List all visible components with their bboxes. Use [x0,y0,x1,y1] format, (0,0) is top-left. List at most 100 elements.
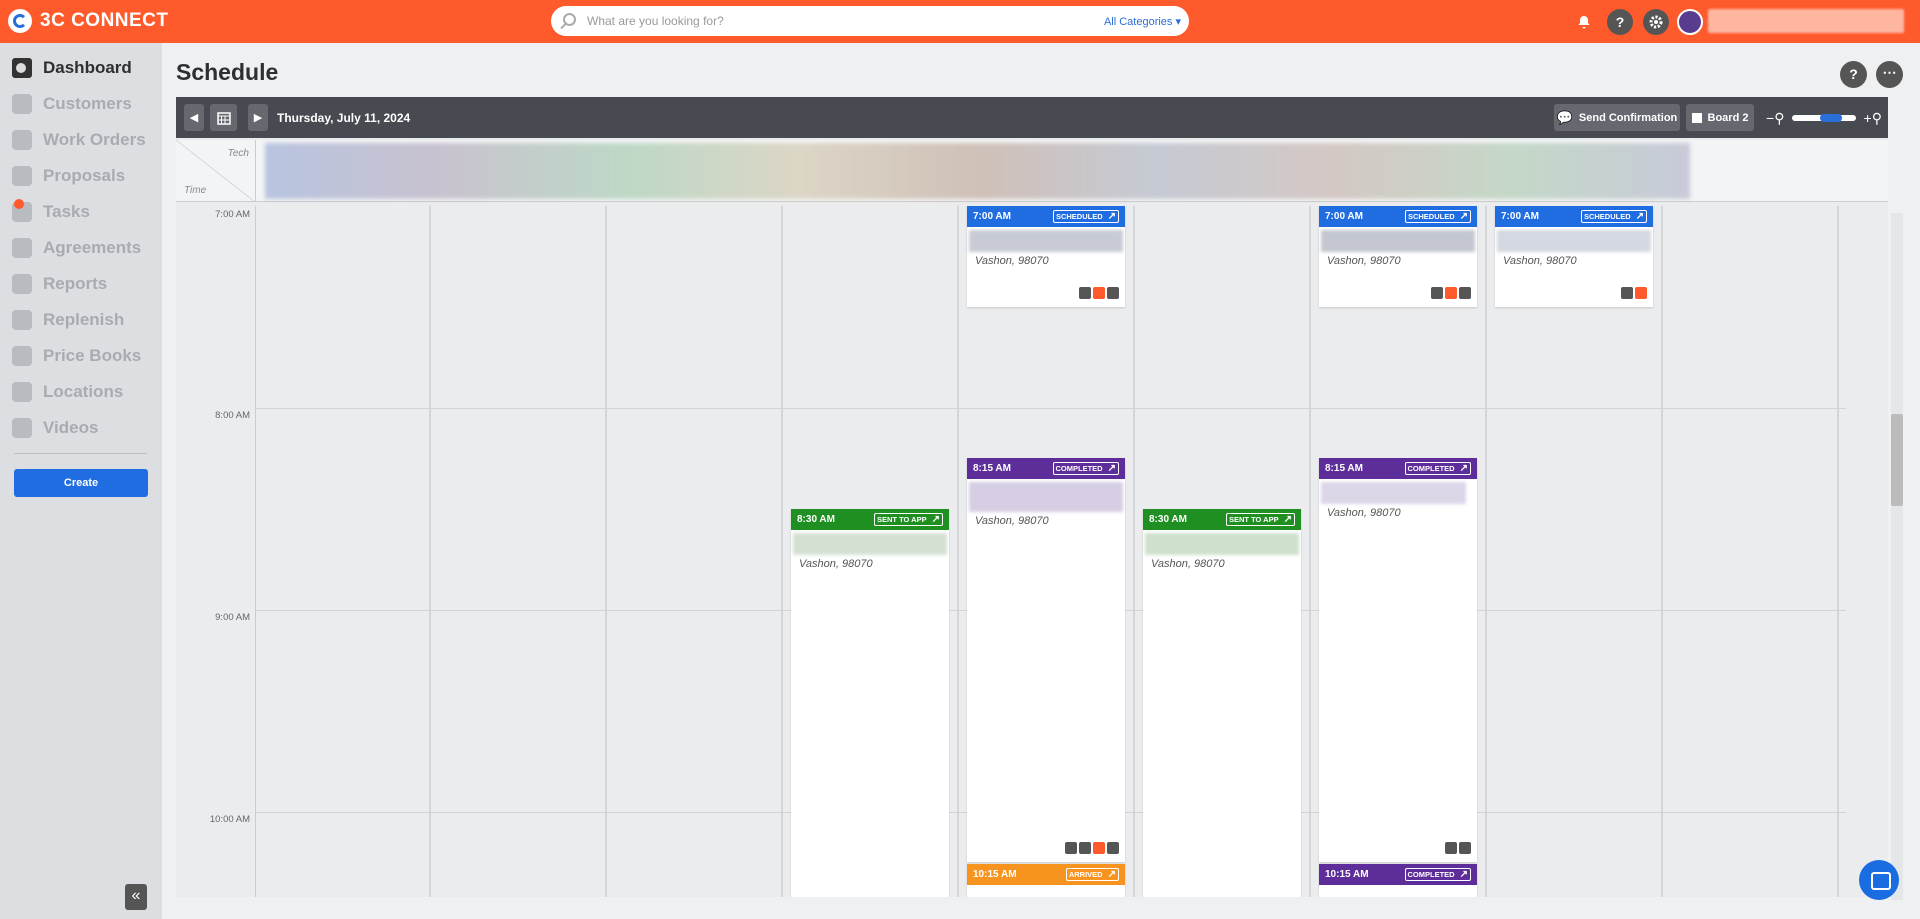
status-badge: ARRIVED ↗ [1065,868,1119,881]
zoom-track[interactable] [1792,114,1856,122]
job-icons [1431,287,1471,299]
search-icon [563,13,576,26]
job-city: Vashon, 98070 [975,515,1049,527]
status-badge: SCHEDULED ↗ [1052,210,1119,223]
tech-label: Tech [227,148,249,159]
external-link-icon[interactable]: ↗ [1460,463,1468,474]
eye-icon [1079,842,1091,854]
sidebar-item-reports[interactable]: Reports [12,272,107,296]
schedule-grid: 7:00 AM 8:00 AM 9:00 AM 10:00 AM 7:00 AM… [176,206,1888,897]
sidebar-item-locations[interactable]: Locations [12,380,123,404]
agreements-icon [12,238,32,258]
create-button[interactable]: Create [14,469,148,497]
top-bar: 3C CONNECT All Categories ▾ ? [0,0,1920,43]
zoom-slider[interactable]: − ⚲ + ⚲ [1766,108,1882,128]
schedule-toolbar: ◀ ▶ Thursday, July 11, 2024 💬 Send Confi… [176,97,1888,138]
job-time: 10:15 AM [1325,869,1369,880]
time-label: Time [184,185,207,196]
external-link-icon[interactable]: ↗ [1636,211,1644,222]
external-link-icon[interactable]: ↗ [1460,869,1468,880]
column-divider [429,206,431,897]
chat-bubble-icon: 💬 [1556,109,1573,125]
technician-avatars[interactable] [265,143,1690,199]
help-button[interactable]: ? [1840,61,1867,88]
tasks-badge [14,199,24,209]
chat-support-icon[interactable] [1859,860,1899,900]
more-options-button[interactable]: ⋯ [1876,61,1903,88]
sidebar-item-customers[interactable]: Customers [12,92,132,116]
job-address [1145,533,1299,555]
job-time: 8:30 AM [797,514,835,525]
send-confirmation-button[interactable]: 💬 Send Confirmation [1554,104,1680,131]
tool-icon [1079,287,1091,299]
next-day-button[interactable]: ▶ [248,104,268,131]
time-column-border [255,206,256,897]
notification-bell-icon[interactable] [1571,9,1597,35]
job-time: 7:00 AM [1325,211,1363,222]
zoom-out-icon[interactable]: − [1766,110,1774,126]
status-badge: COMPLETED ↗ [1404,462,1471,475]
job-time: 8:15 AM [973,463,1011,474]
user-avatar[interactable] [1677,9,1703,35]
column-divider [1309,206,1311,897]
sidebar-item-dashboard[interactable]: Dashboard [12,56,132,80]
notification-icon [1107,842,1119,854]
sidebar-item-proposals[interactable]: Proposals [12,164,125,188]
job-address [1497,230,1651,252]
column-divider [781,206,783,897]
sidebar-item-price-books[interactable]: Price Books [12,344,141,368]
replenish-icon [12,310,32,330]
job-card[interactable]: 8:15 AM COMPLETED ↗ Vashon, 98070 [1319,458,1477,862]
job-card[interactable]: 8:30 AM SENT TO APP ↗ Vashon, 98070 [791,509,949,897]
job-card[interactable]: 10:15 AM ARRIVED ↗ [967,864,1125,897]
sidebar-item-videos[interactable]: Videos [12,416,98,440]
alert-icon [1093,287,1105,299]
search-input[interactable] [587,11,1087,31]
notification-icon [1459,287,1471,299]
videos-icon [12,418,32,438]
job-card[interactable]: 8:15 AM COMPLETED ↗ Vashon, 98070 [967,458,1125,862]
calendar-icon[interactable] [210,104,237,131]
work-orders-icon [12,130,32,150]
external-link-icon[interactable]: ↗ [1108,211,1116,222]
job-icons [1079,287,1119,299]
external-link-icon[interactable]: ↗ [1108,463,1116,474]
column-divider [1837,206,1839,897]
external-link-icon[interactable]: ↗ [1108,869,1116,880]
gear-icon[interactable] [1643,9,1669,35]
sidebar-item-work-orders[interactable]: Work Orders [12,128,146,152]
sidebar-item-agreements[interactable]: Agreements [12,236,141,260]
help-icon[interactable]: ? [1607,9,1633,35]
user-menu[interactable] [1708,9,1904,33]
tool-icon [1431,287,1443,299]
external-link-icon[interactable]: ↗ [1284,514,1292,525]
column-divider [957,206,959,897]
previous-day-button[interactable]: ◀ [184,104,204,131]
job-card[interactable]: 7:00 AM SCHEDULED ↗ Vashon, 98070 [1319,206,1477,307]
header-corner: Tech Time [176,140,256,202]
category-dropdown[interactable]: All Categories ▾ [1104,15,1181,28]
status-badge: SCHEDULED ↗ [1404,210,1471,223]
external-link-icon[interactable]: ↗ [1460,211,1468,222]
sidebar-item-replenish[interactable]: Replenish [12,308,124,332]
job-address [969,230,1123,252]
logo-icon [8,9,32,33]
scrollbar-thumb[interactable] [1891,414,1903,506]
external-link-icon[interactable]: ↗ [932,514,940,525]
job-card[interactable]: 10:15 AM COMPLETED ↗ [1319,864,1477,897]
schedule-board: ◀ ▶ Thursday, July 11, 2024 💬 Send Confi… [176,97,1888,897]
job-card[interactable]: 7:00 AM SCHEDULED ↗ Vashon, 98070 [1495,206,1653,307]
collapse-sidebar-icon[interactable]: « [125,884,147,910]
current-date[interactable]: Thursday, July 11, 2024 [277,111,410,125]
zoom-in-icon[interactable]: + [1864,110,1872,126]
job-address [969,482,1123,512]
job-card[interactable]: 8:30 AM SENT TO APP ↗ Vashon, 98070 [1143,509,1301,897]
customers-icon [12,94,32,114]
price-books-icon [12,346,32,366]
sidebar-item-tasks[interactable]: Tasks [12,199,90,224]
board-selector-button[interactable]: Board 2 [1686,104,1754,131]
vertical-scrollbar[interactable] [1891,213,1903,900]
app-logo[interactable]: 3C CONNECT [8,9,169,33]
status-badge: COMPLETED ↗ [1052,462,1119,475]
job-card[interactable]: 7:00 AM SCHEDULED ↗ Vashon, 98070 [967,206,1125,307]
